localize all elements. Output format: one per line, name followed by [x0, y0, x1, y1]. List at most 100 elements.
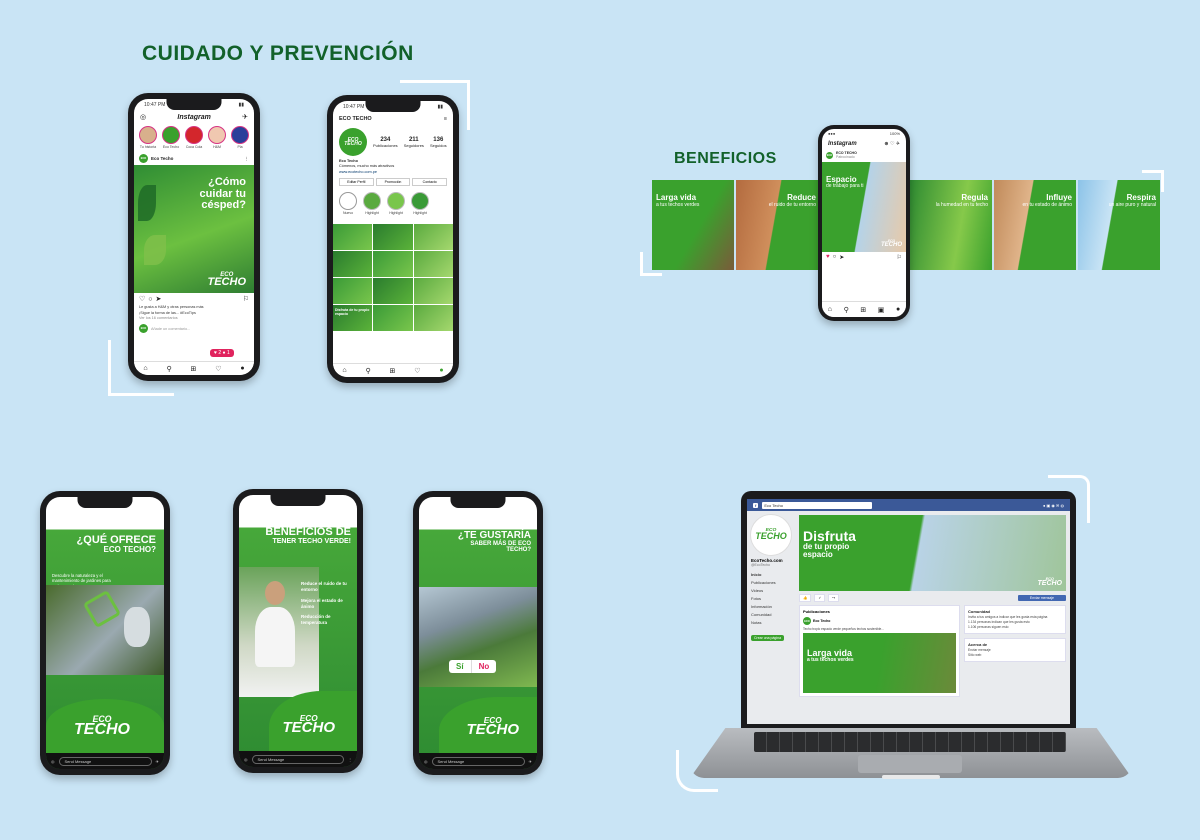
send-icon[interactable]: ⋮	[348, 757, 352, 762]
home-icon[interactable]: ⌂	[342, 367, 346, 374]
facebook-search-input[interactable]: Eco Techo	[762, 501, 873, 509]
edit-profile-button[interactable]: Editar Perfil	[339, 177, 374, 186]
comment-icon[interactable]: ○	[833, 254, 837, 260]
camera-icon[interactable]: ◎	[424, 759, 428, 764]
add-icon[interactable]: ⊞	[389, 367, 395, 375]
sidebar-item-notes[interactable]: Notas	[751, 618, 795, 626]
story-item[interactable]: Pla	[231, 126, 249, 149]
carousel-card[interactable]: Regula la humedad en tu techo	[910, 180, 992, 270]
grid-post[interactable]	[373, 250, 413, 277]
grid-post[interactable]	[413, 223, 453, 250]
home-icon[interactable]: ⌂	[143, 365, 147, 372]
create-page-button[interactable]: Crear una página	[751, 635, 785, 641]
comment-icon[interactable]: ○	[148, 296, 152, 303]
heart-icon[interactable]: ♡	[414, 367, 420, 375]
story-item[interactable]: Eco Techo	[162, 126, 180, 149]
poll-no-button[interactable]: No	[472, 660, 497, 673]
sidebar-item-photos[interactable]: Fotos	[751, 594, 795, 602]
stat-followers[interactable]: 211 Seguidores	[404, 137, 424, 148]
carousel-card[interactable]: Respira un aire puro y natural	[1078, 180, 1160, 270]
grid-post[interactable]	[333, 223, 373, 250]
cover-photo[interactable]: Disfruta de tu propio espacio ECO TECHO	[799, 515, 1066, 591]
like-page-button[interactable]: 👍	[799, 594, 812, 602]
notification-badge[interactable]: ♥ 2 ● 1	[210, 349, 234, 357]
grid-post[interactable]	[373, 304, 413, 331]
grid-post[interactable]	[413, 250, 453, 277]
search-icon[interactable]: ⚲	[167, 365, 172, 373]
account-avatar[interactable]: ECO	[826, 152, 833, 160]
grid-post[interactable]	[373, 277, 413, 304]
highlight-item[interactable]: Highlight	[387, 191, 405, 215]
heart-icon[interactable]: ♥	[826, 254, 830, 260]
send-message-button[interactable]: Enviar mensaje	[1017, 595, 1066, 601]
search-icon[interactable]: ⚲	[366, 367, 371, 375]
highlight-item[interactable]: Highlight	[411, 191, 429, 215]
contact-button[interactable]: Contacto	[412, 177, 448, 186]
profile-icon[interactable]: ●	[896, 306, 900, 313]
follow-page-button[interactable]: ✓	[814, 594, 826, 602]
profile-username[interactable]: ECO TECHO	[339, 116, 372, 122]
stat-following[interactable]: 136 Seguidos	[430, 137, 447, 148]
grid-post[interactable]	[413, 277, 453, 304]
grid-post[interactable]	[333, 277, 373, 304]
about-item[interactable]: Sitio web	[968, 653, 1062, 658]
stat-posts[interactable]: 234 Publicaciones	[373, 137, 398, 148]
carousel-post-image[interactable]: Espacio de trabajo para ti ECO TECHO	[822, 161, 906, 252]
share-icon[interactable]: ➤	[839, 254, 844, 261]
camera-icon[interactable]: ◎	[51, 759, 55, 764]
sidebar-item-posts[interactable]: Publicaciones	[751, 578, 795, 586]
highlight-new[interactable]: Nuevo	[339, 191, 357, 215]
story-item[interactable]: H&M	[208, 126, 226, 149]
more-icon[interactable]: ⋮	[245, 156, 250, 162]
add-comment-input[interactable]: Añade un comentario...	[151, 327, 190, 331]
profile-icon[interactable]: ●	[439, 367, 443, 374]
post-image[interactable]: Larga vida a tus techos verdes	[803, 633, 956, 693]
header-icons[interactable]: ⊕ ♡ ✈	[884, 141, 900, 147]
page-avatar[interactable]: ECO TECHO	[751, 515, 791, 555]
account-name[interactable]: Eco Techo	[151, 156, 173, 161]
camera-icon[interactable]: ◎	[140, 113, 146, 121]
sidebar-item-videos[interactable]: Videos	[751, 586, 795, 594]
grid-post[interactable]: Disfruta de tu propio espacio	[333, 304, 373, 331]
sidebar-item-community[interactable]: Comunidad	[751, 610, 795, 618]
send-icon[interactable]: ✈	[242, 113, 248, 121]
profile-icon[interactable]: ●	[240, 365, 244, 372]
shop-icon[interactable]: ▣	[878, 306, 885, 314]
carousel-card[interactable]: Larga vida a tus techos verdes	[652, 180, 734, 270]
grid-post[interactable]	[373, 223, 413, 250]
share-icon[interactable]: ➤	[156, 295, 162, 303]
nav-icons[interactable]: ● ▣ ◉ ✉ ◍	[1043, 503, 1064, 508]
add-icon[interactable]: ⊞	[190, 365, 196, 373]
sidebar-item-home[interactable]: Inicio	[751, 570, 795, 578]
send-message-input[interactable]: Send Message	[251, 754, 344, 764]
story-item[interactable]: Coca Cola	[185, 126, 203, 149]
post-author[interactable]: Eco Techo	[813, 619, 830, 623]
carousel-card[interactable]: Reduce el ruido de tu entorno	[736, 180, 820, 270]
account-avatar[interactable]: ECO	[139, 154, 148, 163]
heart-icon[interactable]: ♡	[139, 295, 145, 303]
story-item[interactable]: Tu historia	[139, 126, 157, 149]
search-icon[interactable]: ⚲	[844, 306, 849, 314]
highlight-item[interactable]: Highlight	[363, 191, 381, 215]
carousel-card[interactable]: Influye en tu estado de ánimo	[994, 180, 1076, 270]
account-avatar[interactable]: ECO	[803, 617, 811, 625]
grid-post[interactable]	[333, 250, 373, 277]
add-icon[interactable]: ⊞	[860, 306, 866, 314]
send-icon[interactable]: ✈	[529, 759, 532, 764]
send-message-input[interactable]: Send Message	[431, 756, 525, 766]
share-page-button[interactable]: ↪	[828, 594, 840, 602]
post-image[interactable]: ¿Cómo cuidar tu césped? ECO TECHO	[134, 165, 254, 293]
grid-post[interactable]	[413, 304, 453, 331]
home-icon[interactable]: ⌂	[828, 306, 832, 313]
bookmark-icon[interactable]: ⚐	[897, 254, 902, 261]
camera-icon[interactable]: ◎	[244, 757, 248, 762]
bookmark-icon[interactable]: ⚐	[243, 295, 249, 303]
send-message-input[interactable]: Send Message	[58, 756, 152, 766]
promotion-button[interactable]: Promoción	[375, 177, 411, 186]
menu-icon[interactable]: ≡	[444, 116, 447, 122]
heart-icon[interactable]: ♡	[215, 365, 221, 373]
poll-yes-button[interactable]: Sí	[449, 660, 472, 673]
sidebar-item-info[interactable]: Información	[751, 602, 795, 610]
send-icon[interactable]: ✈	[156, 759, 159, 764]
profile-avatar[interactable]: ECO TECHO	[339, 128, 367, 156]
